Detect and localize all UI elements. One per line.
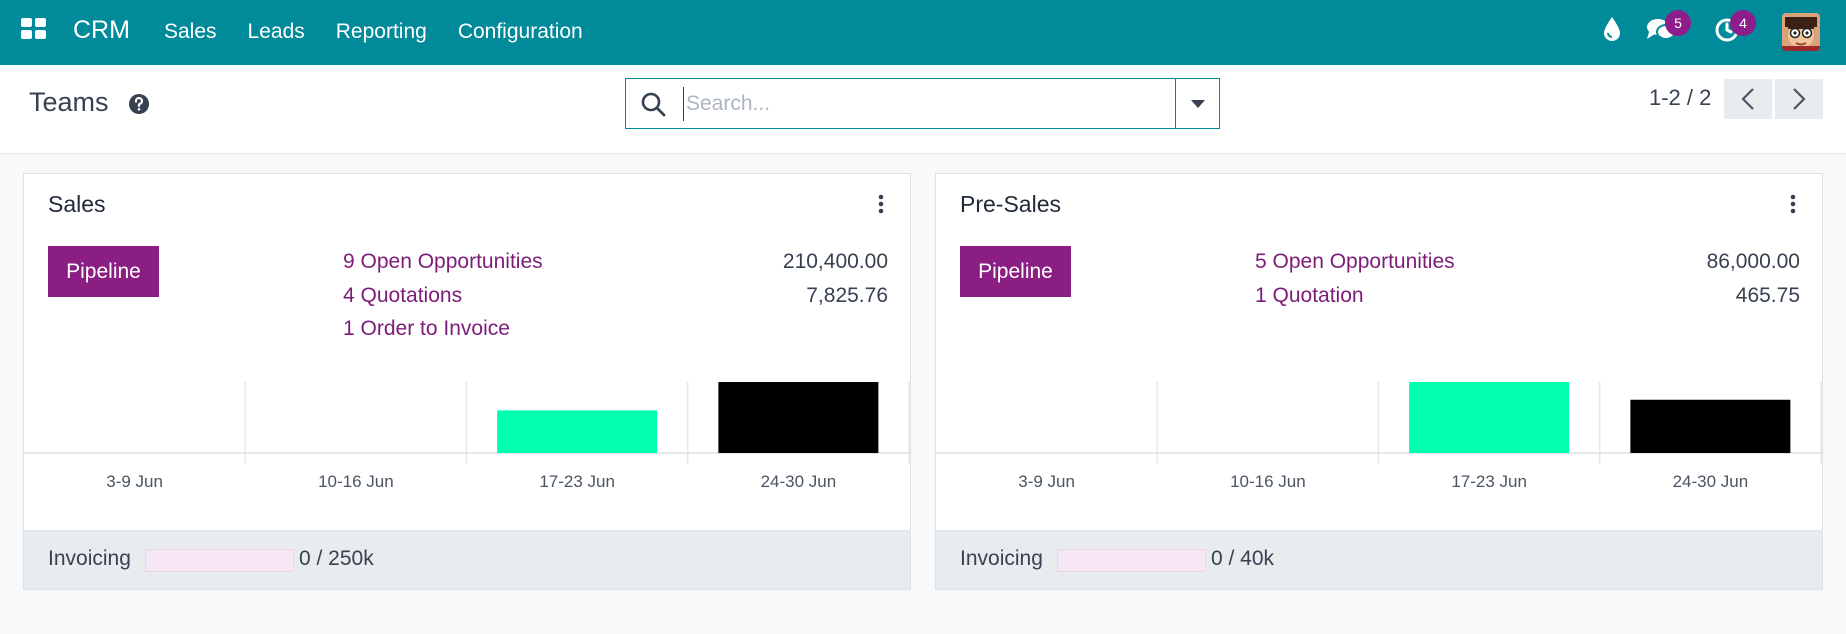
stat-value: 210,400.00 (782, 250, 888, 273)
activities-badge: 4 (1730, 10, 1756, 36)
invoicing-label: Invoicing (48, 547, 131, 570)
apps-grid-icon[interactable] (21, 18, 47, 40)
search-icon (641, 92, 666, 117)
team-activity-chart[interactable]: 3-9 Jun 10-16 Jun 17-23 Jun 24-30 Jun (24, 382, 912, 492)
chart-bar[interactable] (1409, 382, 1570, 453)
team-card-pre-sales: Pre-Sales Pipeline 5 Open Opportunities … (935, 173, 1824, 590)
chevron-right-icon (1793, 88, 1806, 110)
open-opportunities-link[interactable]: 9 Open Opportunities (343, 250, 543, 280)
team-name[interactable]: Pre-Sales (960, 191, 1061, 218)
invoicing-footer: Invoicing 0 / 250k (24, 530, 910, 589)
drop-icon[interactable] (1603, 16, 1621, 42)
menu-item-leads[interactable]: Leads (248, 20, 305, 44)
main-menu: Sales Leads Reporting Configuration (164, 20, 614, 44)
chart-tick-label: 17-23 Jun (539, 472, 615, 491)
menu-item-reporting[interactable]: Reporting (336, 20, 427, 44)
stat-row: 1 Quotation 465.75 (1255, 284, 1800, 314)
quotations-link[interactable]: 4 Quotations (343, 284, 462, 314)
app-brand[interactable]: CRM (73, 16, 130, 45)
invoicing-progress-text: 0 / 40k (1211, 547, 1275, 570)
search-box (625, 78, 1220, 129)
stat-row: 5 Open Opportunities 86,000.00 (1255, 250, 1800, 280)
user-avatar[interactable] (1782, 13, 1820, 51)
chart-bar[interactable] (497, 410, 658, 453)
pipeline-button[interactable]: Pipeline (48, 246, 159, 297)
chart-tick-label: 10-16 Jun (318, 472, 394, 491)
chart-tick-label: 10-16 Jun (1230, 472, 1306, 491)
open-opportunities-link[interactable]: 5 Open Opportunities (1255, 250, 1455, 280)
orders-to-invoice-link[interactable]: 1 Order to Invoice (343, 317, 510, 347)
stat-row: 9 Open Opportunities 210,400.00 (343, 250, 888, 280)
card-menu-icon[interactable] (878, 194, 884, 214)
stat-row: 4 Quotations 7,825.76 (343, 284, 888, 314)
control-panel: Teams 1-2 / 2 (0, 65, 1846, 154)
search-input[interactable] (683, 87, 1133, 121)
chart-tick-label: 24-30 Jun (1673, 472, 1749, 491)
messages-badge: 5 (1665, 10, 1691, 36)
stat-value: 465.75 (1735, 284, 1800, 307)
menu-item-sales[interactable]: Sales (164, 20, 217, 44)
stat-value: 86,000.00 (1706, 250, 1800, 273)
chart-bar[interactable] (718, 382, 879, 453)
invoicing-label: Invoicing (960, 547, 1043, 570)
pager-next-button[interactable] (1775, 79, 1823, 119)
help-icon[interactable] (128, 93, 150, 115)
pager-value[interactable]: 1-2 / 2 (1649, 85, 1711, 111)
team-activity-chart[interactable]: 3-9 Jun 10-16 Jun 17-23 Jun 24-30 Jun (936, 382, 1824, 492)
card-menu-icon[interactable] (1790, 194, 1796, 214)
chart-bar[interactable] (1630, 399, 1791, 453)
search-options-toggle[interactable] (1175, 79, 1219, 128)
menu-item-configuration[interactable]: Configuration (458, 20, 583, 44)
caret-down-icon (1190, 99, 1205, 108)
top-navbar: CRM Sales Leads Reporting Configuration … (0, 0, 1846, 65)
invoicing-footer: Invoicing 0 / 40k (936, 530, 1822, 589)
quotations-link[interactable]: 1 Quotation (1255, 284, 1364, 314)
chevron-left-icon (1741, 88, 1754, 110)
invoicing-progress-bar[interactable] (1057, 549, 1206, 572)
team-card-sales: Sales Pipeline 9 Open Opportunities 210,… (23, 173, 912, 590)
stat-row: 1 Order to Invoice (343, 317, 888, 347)
chart-tick-label: 3-9 Jun (1018, 472, 1075, 491)
team-name[interactable]: Sales (48, 191, 106, 218)
chart-tick-label: 17-23 Jun (1451, 472, 1527, 491)
pager-previous-button[interactable] (1724, 79, 1772, 119)
page-title: Teams (29, 87, 109, 117)
chart-tick-label: 24-30 Jun (761, 472, 837, 491)
chart-tick-label: 3-9 Jun (106, 472, 163, 491)
invoicing-progress-bar[interactable] (145, 549, 294, 572)
invoicing-progress-text: 0 / 250k (299, 547, 374, 570)
pipeline-button[interactable]: Pipeline (960, 246, 1071, 297)
stat-value: 7,825.76 (806, 284, 888, 307)
